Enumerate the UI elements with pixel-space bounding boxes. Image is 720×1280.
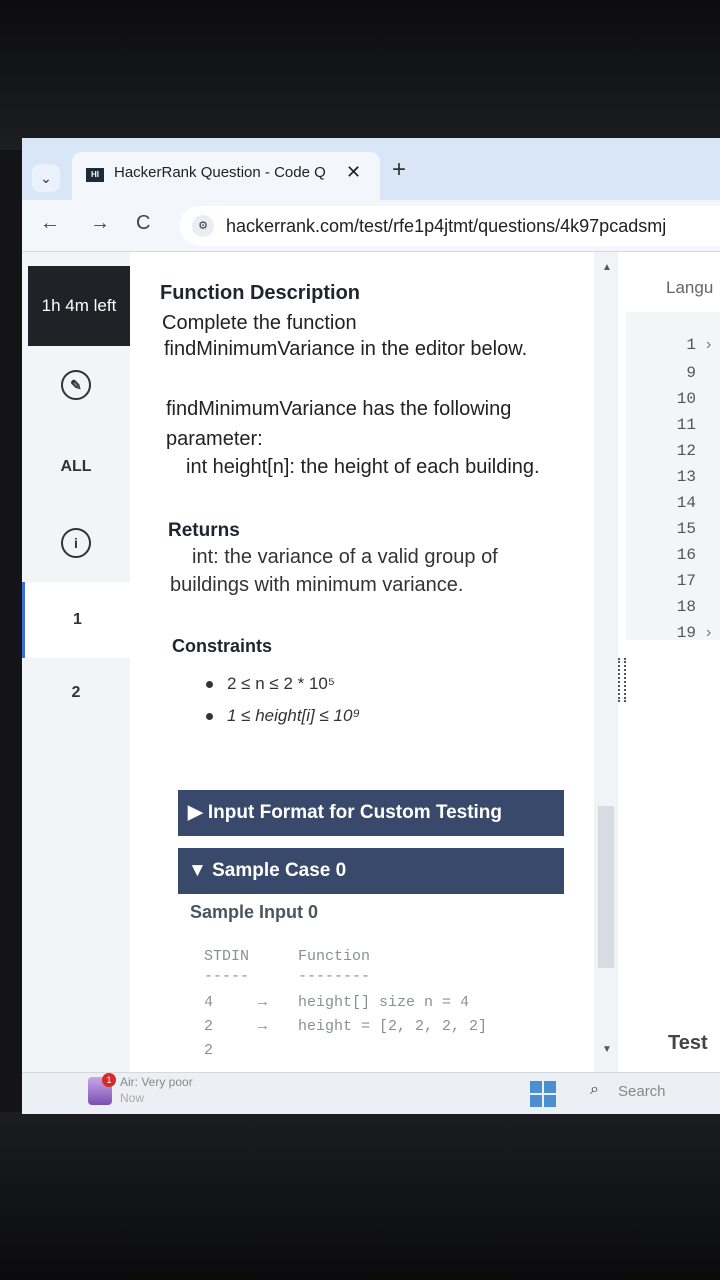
time-left: 1h 4m left bbox=[28, 266, 130, 346]
question-1-button[interactable]: 1 bbox=[22, 582, 130, 658]
notification-badge: 1 bbox=[102, 1073, 116, 1087]
browser-tab[interactable]: HI HackerRank Question - Code Q ✕ bbox=[72, 152, 380, 200]
stdin-value: 2 bbox=[204, 1042, 214, 1059]
fold-chevron-icon[interactable]: › bbox=[706, 624, 711, 642]
tab-title: HackerRank Question - Code Q bbox=[114, 164, 326, 181]
constraint-text: 2 ≤ n ≤ 2 * 10⁵ bbox=[227, 674, 335, 693]
back-button[interactable]: ← bbox=[40, 212, 60, 235]
weather-status[interactable]: Air: Very poor bbox=[120, 1075, 193, 1089]
new-tab-button[interactable]: + bbox=[392, 156, 406, 184]
info-button[interactable]: i bbox=[22, 528, 130, 558]
line-number: 18 bbox=[676, 598, 696, 616]
address-bar-row: ← → C ⚙ hackerrank.com/test/rfe1p4jtmt/q… bbox=[22, 200, 720, 252]
input-format-toggle[interactable]: ▶ Input Format for Custom Testing bbox=[178, 790, 564, 836]
sample-case-0-toggle[interactable]: ▼ Sample Case 0 bbox=[178, 848, 564, 894]
screen: ⌄ HI HackerRank Question - Code Q ✕ + ← … bbox=[22, 138, 720, 1114]
scroll-down-icon[interactable]: ▼ bbox=[602, 1044, 612, 1055]
line-number: 14 bbox=[676, 494, 696, 512]
constraint-text: 1 ≤ height[i] ≤ 10⁹ bbox=[227, 706, 361, 725]
monitor-bezel-top bbox=[0, 0, 720, 150]
arrow-icon: → bbox=[258, 1018, 268, 1035]
scroll-up-icon[interactable]: ▲ bbox=[602, 262, 612, 273]
taskbar-search[interactable]: Search bbox=[618, 1083, 666, 1100]
question-2-button[interactable]: 2 bbox=[22, 684, 130, 702]
function-rule: -------- bbox=[298, 968, 371, 985]
line-number: 13 bbox=[676, 468, 696, 486]
pen-icon: ✎ bbox=[61, 370, 91, 400]
problem-description: Function Description Complete the functi… bbox=[130, 252, 610, 1072]
parameter-detail: int height[n]: the height of each buildi… bbox=[186, 456, 540, 478]
reload-button[interactable]: C bbox=[136, 212, 150, 235]
returns-title: Returns bbox=[168, 520, 240, 541]
line-number: 15 bbox=[676, 520, 696, 538]
parameter-text: findMinimumVariance has the following bbox=[166, 398, 512, 420]
line-number: 10 bbox=[676, 390, 696, 408]
os-taskbar: 1 Air: Very poor Now ⌕ Search bbox=[22, 1072, 720, 1114]
constraint-item: 2 ≤ n ≤ 2 * 10⁵ bbox=[206, 674, 335, 694]
search-icon[interactable]: ⌕ bbox=[590, 1081, 599, 1099]
stdin-header: STDIN bbox=[204, 948, 250, 965]
line-number: 1 bbox=[686, 336, 696, 354]
question-navigator: 1h 4m left ✎ ALL i 1 2 bbox=[22, 252, 130, 1072]
windows-start-icon[interactable] bbox=[530, 1081, 556, 1107]
parameter-text: parameter: bbox=[166, 428, 263, 450]
line-number: 19 bbox=[676, 624, 696, 642]
line-number: 16 bbox=[676, 546, 696, 564]
url-text[interactable]: hackerrank.com/test/rfe1p4jtmt/questions… bbox=[226, 216, 666, 237]
scrollbar-thumb[interactable] bbox=[598, 806, 614, 968]
constraints-title: Constraints bbox=[172, 636, 273, 656]
line-number: 17 bbox=[676, 572, 696, 590]
returns-text: int: the variance of a valid group of bbox=[192, 546, 498, 568]
function-header: Function bbox=[298, 948, 371, 965]
pane-resize-handle[interactable] bbox=[618, 658, 626, 702]
stdin-value: 4 bbox=[204, 994, 214, 1011]
tab-strip: ⌄ HI HackerRank Question - Code Q ✕ + bbox=[22, 138, 720, 200]
language-label: Langu bbox=[666, 278, 714, 297]
description-text: findMinimumVariance in the editor below. bbox=[164, 338, 528, 360]
sample-input-label: Sample Input 0 bbox=[190, 902, 319, 922]
monitor-bezel-bottom bbox=[0, 1112, 720, 1280]
fold-chevron-icon[interactable]: › bbox=[706, 336, 711, 354]
info-icon: i bbox=[61, 528, 91, 558]
function-description-title: Function Description bbox=[160, 282, 360, 304]
line-number: 9 bbox=[686, 364, 696, 382]
weather-time: Now bbox=[120, 1091, 145, 1105]
forward-button[interactable]: → bbox=[90, 212, 110, 235]
arrow-icon: → bbox=[258, 994, 268, 1011]
flag-nav-button[interactable]: ✎ bbox=[22, 370, 130, 400]
stdin-value: 2 bbox=[204, 1018, 214, 1035]
site-info-icon[interactable]: ⚙ bbox=[192, 215, 214, 237]
function-value: height[] size n = 4 bbox=[298, 994, 470, 1011]
stdin-rule: ----- bbox=[204, 968, 250, 985]
address-bar[interactable]: ⚙ hackerrank.com/test/rfe1p4jtmt/questio… bbox=[180, 206, 720, 246]
tab-close-icon[interactable]: ✕ bbox=[346, 162, 361, 183]
function-value: height = [2, 2, 2, 2] bbox=[298, 1018, 488, 1035]
all-questions-button[interactable]: ALL bbox=[22, 458, 130, 476]
code-editor-pane: Langu 1 › 9 10 11 12 13 14 15 16 17 18 1… bbox=[626, 252, 720, 1072]
line-number: 11 bbox=[676, 416, 696, 434]
description-text: Complete the function bbox=[162, 312, 357, 334]
hackerrank-favicon-icon: HI bbox=[86, 168, 104, 182]
returns-text: buildings with minimum variance. bbox=[170, 574, 464, 596]
line-number: 12 bbox=[676, 442, 696, 460]
test-results-label[interactable]: Test bbox=[668, 1032, 708, 1055]
tab-search-dropdown-icon[interactable]: ⌄ bbox=[32, 164, 60, 192]
constraint-item: 1 ≤ height[i] ≤ 10⁹ bbox=[206, 706, 360, 726]
